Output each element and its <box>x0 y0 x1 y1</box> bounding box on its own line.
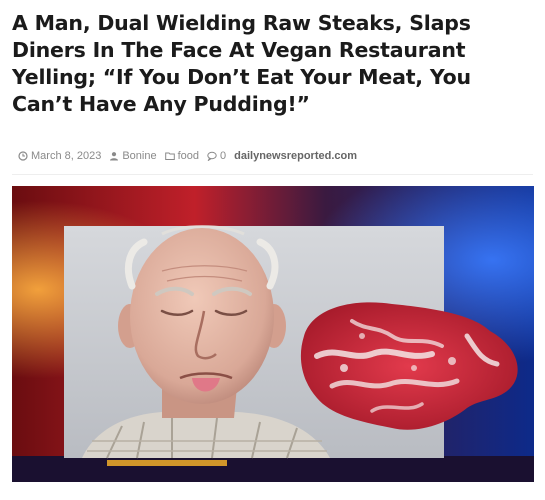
meta-category-text: food <box>177 150 200 162</box>
meta-category[interactable]: food <box>164 150 200 162</box>
article-image[interactable] <box>12 186 534 482</box>
headline-line: Yelling; “If You Don’t Eat Your Meat, Yo… <box>12 65 471 89</box>
meta-comments-count: 0 <box>220 150 227 162</box>
meta-site[interactable]: dailynewsreported.com <box>234 150 357 162</box>
photo-illustration <box>12 186 534 482</box>
headline-line: A Man, Dual Wielding Raw Steaks, Slaps <box>12 11 471 35</box>
meta-date: March 8, 2023 <box>18 150 101 162</box>
headline-line: Diners In The Face At Vegan Restaurant <box>12 38 466 62</box>
user-icon <box>109 151 119 161</box>
clock-icon <box>18 151 28 161</box>
meta-author[interactable]: Bonine <box>109 150 157 162</box>
article-meta: March 8, 2023 Bonine food 0 dailynewsrep… <box>18 150 365 162</box>
meta-comments[interactable]: 0 <box>207 150 226 162</box>
meta-author-text: Bonine <box>122 150 157 162</box>
comment-icon <box>207 151 217 161</box>
headline-line: Can’t Have Any Pudding!” <box>12 92 310 116</box>
divider <box>12 174 533 175</box>
folder-icon <box>164 151 175 161</box>
article-headline[interactable]: A Man, Dual Wielding Raw Steaks, Slaps D… <box>12 10 532 118</box>
meta-date-text: March 8, 2023 <box>31 150 102 162</box>
